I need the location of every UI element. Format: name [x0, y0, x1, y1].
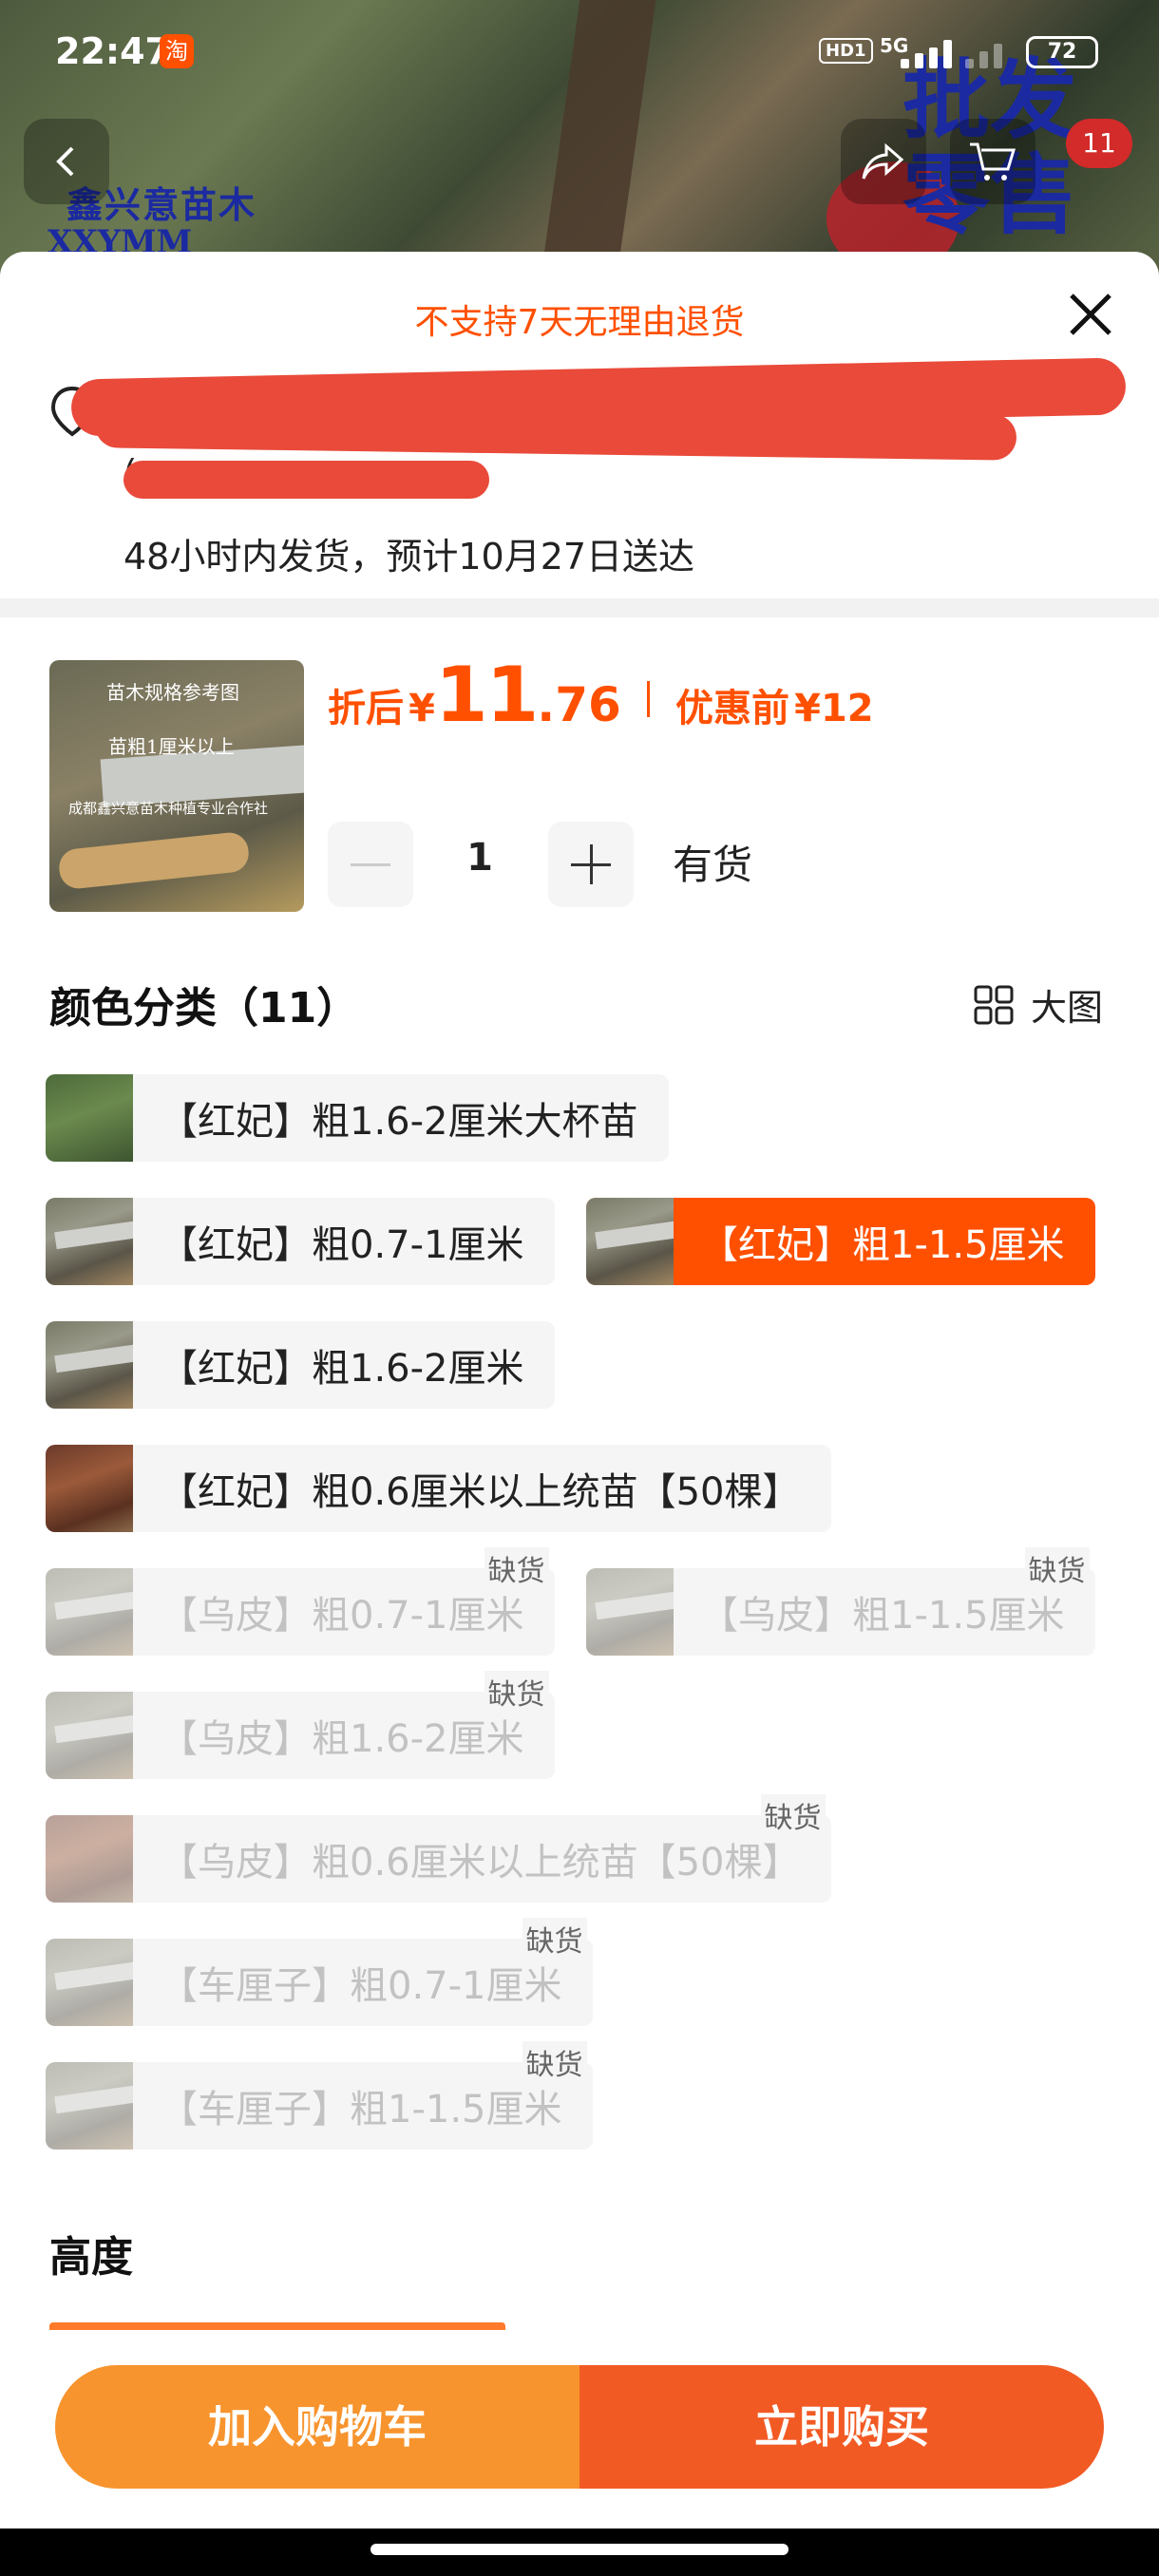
- color-option[interactable]: 【红妃】粗0.7-1厘米: [46, 1198, 555, 1285]
- option-thumbnail: [46, 1568, 133, 1656]
- price-integer: 11: [434, 651, 539, 739]
- quantity-value[interactable]: 1: [446, 836, 513, 880]
- out-of-stock-badge: 缺货: [484, 1547, 549, 1589]
- quantity-decrease-button[interactable]: [328, 822, 413, 907]
- after-discount-label: 折后: [328, 687, 404, 730]
- before-discount-price: ¥12: [794, 687, 874, 730]
- signal-icon: [901, 36, 1005, 68]
- sku-selection-sheet: 不支持7天无理由退货 ( 48小时内发货，预计10月27日送达 苗木规格参考图 …: [0, 252, 1159, 2576]
- option-thumbnail: [46, 1321, 133, 1409]
- buy-now-button[interactable]: 立即购买: [580, 2365, 1104, 2489]
- option-thumbnail: [46, 1445, 133, 1532]
- option-label: 【乌皮】粗1-1.5厘米: [700, 1594, 1065, 1638]
- color-option-selected[interactable]: 【红妃】粗1-1.5厘米: [586, 1198, 1095, 1285]
- big-image-label: 大图: [1031, 987, 1104, 1029]
- option-thumbnail: [46, 1692, 133, 1779]
- currency-symbol: ¥: [408, 687, 435, 730]
- color-option-out-of-stock[interactable]: 【乌皮】粗0.7-1厘米 缺货: [46, 1547, 555, 1656]
- cart-button[interactable]: [950, 119, 1036, 204]
- color-option-out-of-stock[interactable]: 【乌皮】粗1.6-2厘米 缺货: [46, 1671, 555, 1779]
- close-icon[interactable]: [1064, 288, 1117, 341]
- color-option[interactable]: 【红妃】粗0.6厘米以上统苗【50棵】: [46, 1445, 831, 1532]
- option-thumbnail: [586, 1198, 674, 1285]
- option-label: 【乌皮】粗0.6厘米以上统苗【50棵】: [160, 1841, 801, 1885]
- big-image-toggle[interactable]: 大图: [974, 978, 1103, 1031]
- before-discount-label: 优惠前: [675, 687, 790, 730]
- return-policy-notice: 不支持7天无理由退货: [414, 303, 745, 342]
- option-thumbnail: [46, 1074, 133, 1162]
- thumbnail-caption: 苗粗1厘米以上: [108, 735, 235, 758]
- cart-count-badge: 11: [1066, 119, 1132, 168]
- thumbnail-caption: 苗木规格参考图: [106, 681, 239, 704]
- option-thumbnail: [46, 2062, 133, 2150]
- section-divider: [0, 598, 1159, 617]
- out-of-stock-badge: 缺货: [484, 1671, 549, 1713]
- option-label: 【乌皮】粗1.6-2厘米: [160, 1717, 524, 1761]
- color-option-out-of-stock[interactable]: 【乌皮】粗0.6厘米以上统苗【50棵】 缺货: [46, 1794, 831, 1903]
- option-label: 【红妃】粗0.6厘米以上统苗【50棵】: [160, 1470, 801, 1514]
- out-of-stock-badge: 缺货: [522, 2041, 587, 2083]
- battery-icon: 72: [1026, 36, 1098, 68]
- option-label: 【红妃】粗1.6-2厘米: [160, 1347, 524, 1391]
- chevron-left-icon: [56, 146, 74, 177]
- back-button[interactable]: [24, 119, 109, 204]
- quantity-increase-button[interactable]: [548, 822, 634, 907]
- price-decimal: .76: [537, 677, 621, 732]
- color-option[interactable]: 【红妃】粗1.6-2厘米大杯苗: [46, 1074, 669, 1162]
- height-option-selected-edge[interactable]: [49, 2322, 505, 2330]
- price-separator: [646, 681, 650, 717]
- add-to-cart-button[interactable]: 加入购物车: [55, 2365, 580, 2489]
- thumbnail-caption: 成都鑫兴意苗木种植专业合作社: [68, 800, 269, 817]
- home-indicator[interactable]: [370, 2544, 788, 2555]
- option-thumbnail: [46, 1815, 133, 1903]
- share-icon: [862, 142, 904, 180]
- page: 鑫兴意苗木 XXYMM 批发 零售 22:47 淘 HD1 5G 72 11 不…: [0, 0, 1159, 2576]
- option-thumbnail: [586, 1568, 674, 1656]
- status-time: 22:47: [55, 30, 170, 72]
- address-redaction: [124, 461, 489, 499]
- stock-status: 有货: [673, 842, 753, 888]
- delivery-estimate: 48小时内发货，预计10月27日送达: [124, 536, 695, 578]
- option-thumbnail: [46, 1198, 133, 1285]
- option-label: 【车厘子】粗1-1.5厘米: [160, 2088, 562, 2131]
- color-section-title: 颜色分类（11）: [49, 984, 359, 1032]
- hd-indicator: HD1: [819, 38, 873, 64]
- taobao-app-icon: 淘: [160, 34, 194, 68]
- cart-icon: [970, 142, 1016, 180]
- color-option-out-of-stock[interactable]: 【乌皮】粗1-1.5厘米 缺货: [586, 1547, 1095, 1656]
- option-label: 【红妃】粗1-1.5厘米: [700, 1223, 1065, 1267]
- color-option[interactable]: 【红妃】粗1.6-2厘米: [46, 1321, 555, 1409]
- price-block: 折后 ¥11.76 优惠前 ¥12: [328, 651, 874, 739]
- out-of-stock-badge: 缺货: [1024, 1547, 1090, 1589]
- share-button[interactable]: [841, 119, 926, 204]
- option-label: 【红妃】粗0.7-1厘米: [160, 1223, 524, 1267]
- option-thumbnail: [46, 1939, 133, 2026]
- color-option-out-of-stock[interactable]: 【车厘子】粗0.7-1厘米 缺货: [46, 1918, 593, 2026]
- product-thumbnail[interactable]: 苗木规格参考图 苗粗1厘米以上 成都鑫兴意苗木种植专业合作社: [49, 660, 304, 912]
- out-of-stock-badge: 缺货: [522, 1918, 587, 1960]
- grid-view-icon: [974, 985, 1014, 1024]
- height-section-title: 高度: [49, 2233, 133, 2282]
- color-option-out-of-stock[interactable]: 【车厘子】粗1-1.5厘米 缺货: [46, 2041, 593, 2150]
- out-of-stock-badge: 缺货: [760, 1794, 826, 1836]
- option-label: 【车厘子】粗0.7-1厘米: [160, 1964, 562, 2008]
- option-label: 【乌皮】粗0.7-1厘米: [160, 1594, 524, 1638]
- status-bar: 22:47 淘 HD1 5G 72: [0, 0, 1159, 104]
- option-label: 【红妃】粗1.6-2厘米大杯苗: [160, 1100, 638, 1144]
